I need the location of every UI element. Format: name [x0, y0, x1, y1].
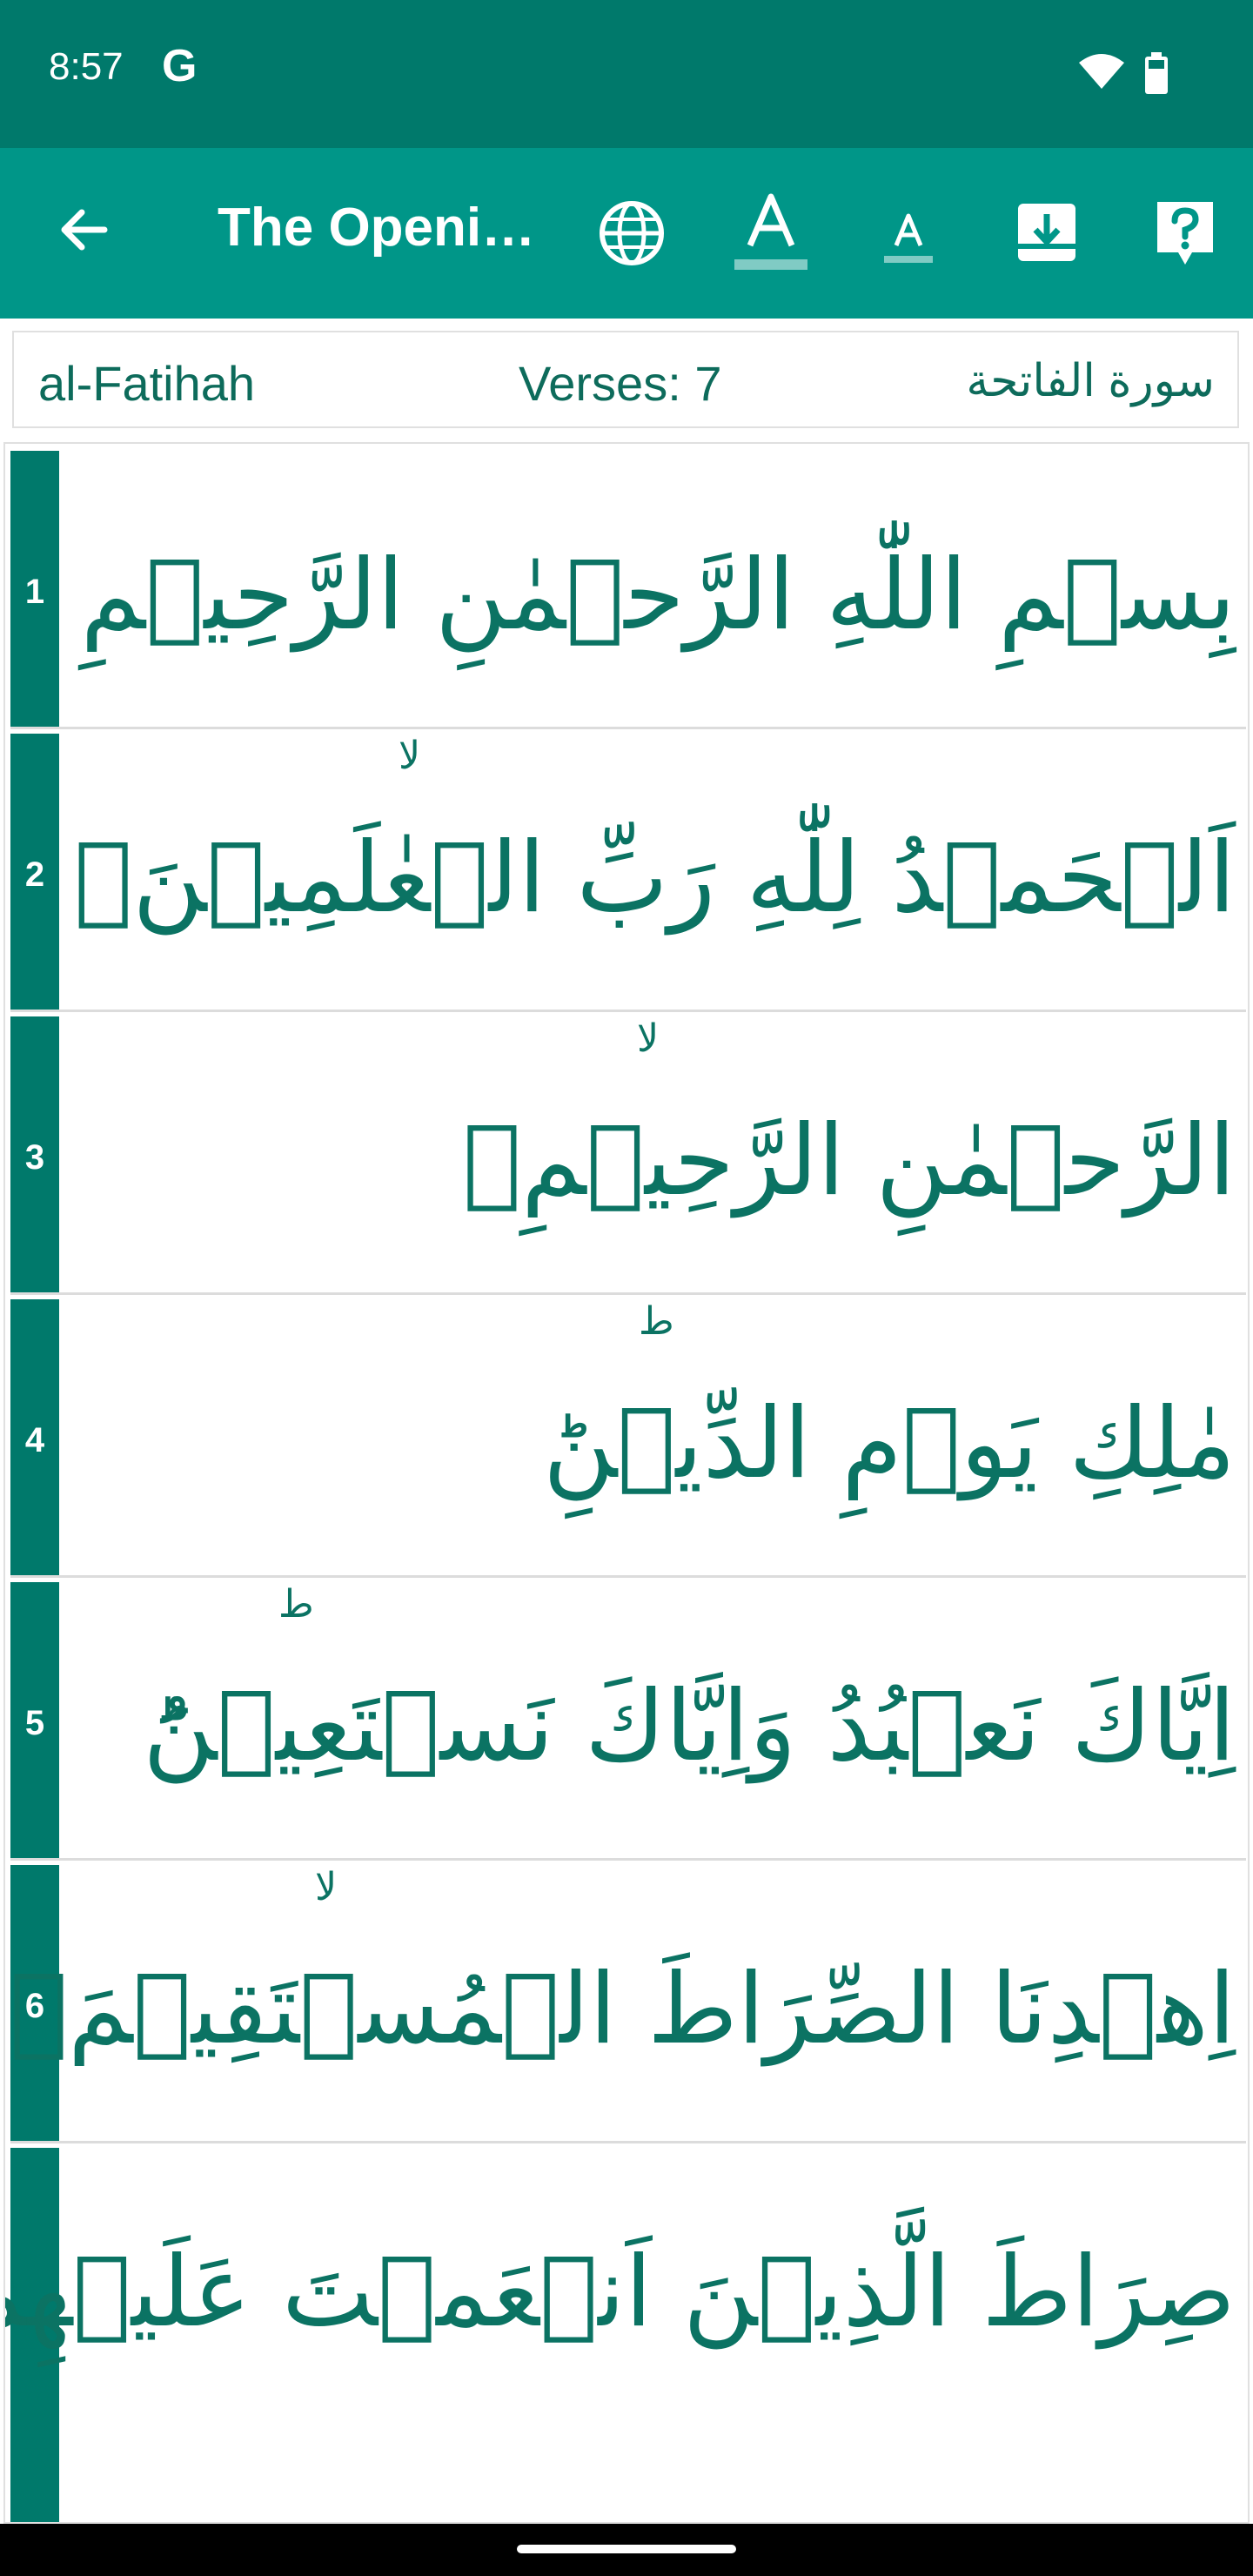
verse-row[interactable]: 6 لا اِهۡدِنَا الصِّرَاطَ الۡمُسۡتَقِيۡم…	[10, 1865, 1246, 2143]
verse-arabic-text: اِيَّاكَ نَعۡبُدُ وَاِيَّاكَ نَسۡتَعِيۡن…	[143, 1670, 1236, 1783]
app-bar: The Opening	[0, 148, 1253, 319]
waqf-mark: لا	[315, 1865, 338, 1909]
verse-number: 2	[24, 855, 45, 894]
verse-row[interactable]: 4 ط مٰلِكِ يَوۡمِ الدِّيۡنِؕ	[10, 1299, 1246, 1578]
google-g-icon: G	[162, 41, 198, 91]
verse-arabic-text: اِهۡدِنَا الصِّرَاطَ الۡمُسۡتَقِيۡمَۙ	[9, 1953, 1236, 2066]
verse-arabic-text: الرَّحۡمٰنِ الرَّحِيۡمِۙ	[462, 1104, 1236, 1218]
globe-icon	[593, 201, 670, 278]
verse-row[interactable]: 3 لا الرَّحۡمٰنِ الرَّحِيۡمِۙ	[10, 1016, 1246, 1295]
waqf-mark: لا	[637, 1016, 660, 1061]
verse-row[interactable]: 2 لا اَلۡحَمۡدُ لِلّٰهِ رَبِّ الۡعٰلَمِي…	[10, 734, 1246, 1012]
surah-name-latin: al-Fatihah	[38, 356, 256, 411]
verse-arabic-text: اَلۡحَمۡدُ لِلّٰهِ رَبِّ الۡعٰلَمِيۡنَۙ	[74, 822, 1236, 935]
verse-row[interactable]: صِرَاطَ الَّذِيۡنَ اَنۡعَمۡتَ عَلَيۡهِمۡ	[5, 2148, 1246, 2522]
verse-row[interactable]: 5 ط اِيَّاكَ نَعۡبُدُ وَاِيَّاكَ نَسۡتَع…	[10, 1582, 1246, 1861]
font-increase-button[interactable]	[733, 191, 809, 275]
verse-number-strip: 3	[10, 1016, 59, 1292]
download-button[interactable]	[1009, 191, 1086, 275]
verse-list[interactable]: 1 بِسۡمِ اللّٰهِ الرَّحۡمٰنِ الرَّحِيۡمِ…	[3, 442, 1250, 2524]
verse-number-strip: 4	[10, 1299, 59, 1575]
verse-number: 3	[24, 1138, 45, 1177]
verse-number-strip: 1	[10, 451, 59, 727]
verse-number: 4	[24, 1421, 45, 1459]
font-size-increase-icon	[733, 193, 809, 278]
battery-icon	[1143, 52, 1169, 97]
verse-number: 1	[24, 573, 45, 611]
verse-number-strip: 5	[10, 1582, 59, 1858]
font-decrease-button[interactable]	[870, 191, 947, 275]
system-nav-bar	[0, 2524, 1253, 2576]
verse-arabic-text: صِرَاطَ الَّذِيۡنَ اَنۡعَمۡتَ عَلَيۡهِمۡ	[3, 2236, 1236, 2349]
surah-info-bar: al-Fatihah Verses: 7 سورة الفاتحة	[12, 331, 1239, 428]
waqf-mark: لا	[399, 734, 421, 778]
waqf-mark: ط	[639, 1299, 674, 1344]
verse-number: 5	[24, 1704, 45, 1742]
back-arrow-icon	[49, 209, 122, 270]
font-size-decrease-icon	[870, 213, 947, 278]
download-icon	[1009, 204, 1086, 278]
home-gesture-handle[interactable]	[517, 2545, 736, 2553]
help-icon	[1147, 202, 1223, 278]
back-button[interactable]	[49, 193, 122, 266]
verse-arabic-text: مٰلِكِ يَوۡمِ الدِّيۡنِؕ	[543, 1387, 1236, 1500]
verse-row[interactable]: 1 بِسۡمِ اللّٰهِ الرَّحۡمٰنِ الرَّحِيۡمِ	[10, 451, 1246, 729]
waqf-mark: ط	[278, 1582, 314, 1627]
verse-number-strip: 2	[10, 734, 59, 1010]
wifi-icon	[1079, 52, 1124, 94]
verse-arabic-text: بِسۡمِ اللّٰهِ الرَّحۡمٰنِ الرَّحِيۡمِ	[80, 539, 1236, 652]
surah-name-arabic: سورة الفاتحة	[966, 356, 1215, 406]
status-bar: 8:57 G	[0, 0, 1253, 148]
page-title: The Opening	[218, 198, 539, 258]
status-time: 8:57	[49, 45, 124, 88]
verse-count: Verses: 7	[519, 356, 722, 411]
translation-button[interactable]	[593, 191, 670, 275]
help-button[interactable]	[1147, 191, 1223, 275]
